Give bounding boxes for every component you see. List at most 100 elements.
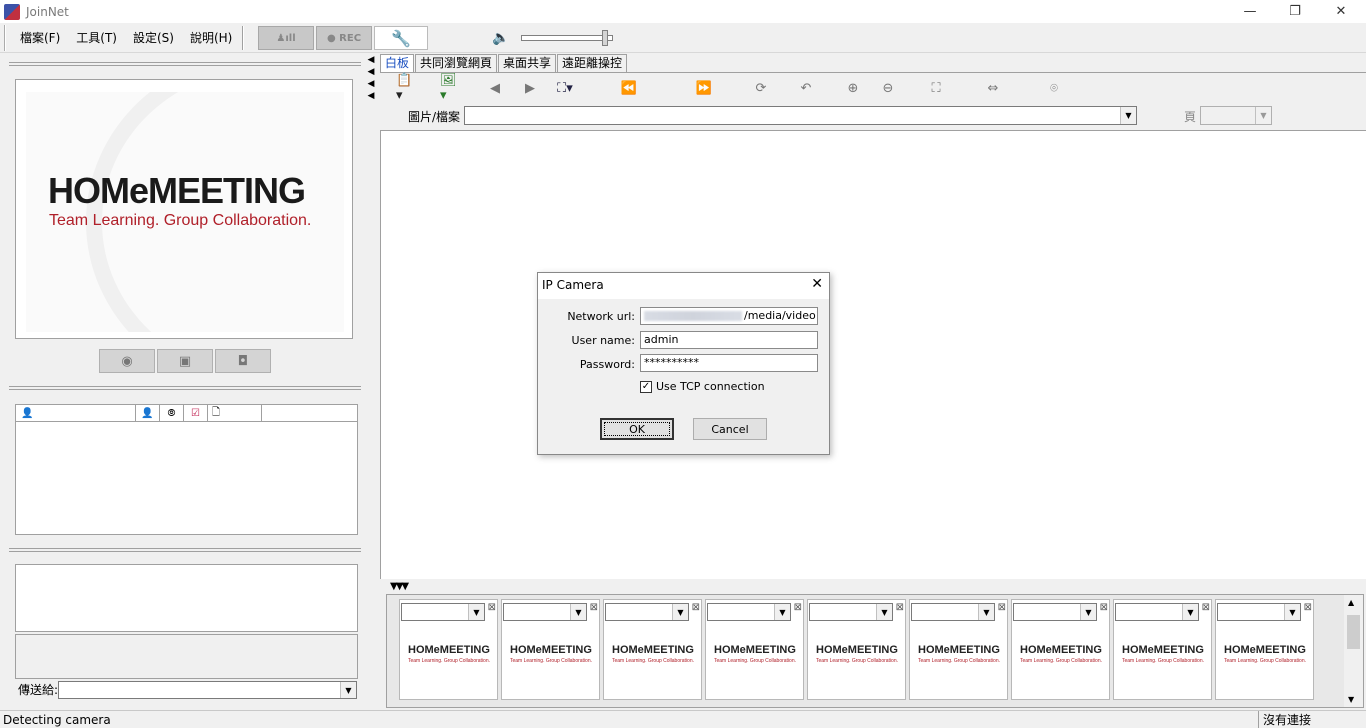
panel-grip[interactable] — [9, 62, 361, 66]
panel-grip[interactable] — [9, 548, 361, 552]
last-page-icon[interactable]: ⏩ — [695, 79, 713, 97]
camera-column[interactable]: ⦾ — [160, 405, 184, 421]
thumbnail-slot[interactable]: ▼ ⊠ HOMeMEETING Team Learning. Group Collab… — [807, 599, 906, 700]
thumbnail-select[interactable]: ▼ — [707, 603, 791, 621]
user-list[interactable]: 👤 👤 ⦾ ☑ 🗋 — [15, 404, 358, 535]
thumbnail-close-icon[interactable]: ⊠ — [794, 602, 802, 613]
file-column[interactable]: 🗋 — [208, 405, 262, 421]
fit-width-icon[interactable]: ⇔ — [984, 79, 1002, 97]
thumbnail-slot[interactable]: ▼ ⊠ HOMeMEETING Team Learning. Group Collab… — [1113, 599, 1212, 700]
thumbnail-close-icon[interactable]: ⊠ — [692, 602, 700, 613]
tab-whiteboard[interactable]: 白板 — [380, 54, 415, 72]
camera-view-button[interactable]: ◉ — [99, 349, 155, 373]
chat-input[interactable] — [15, 634, 358, 679]
prev-page-icon[interactable]: ◀ — [486, 79, 504, 97]
snapshot-icon[interactable]: ⌾ — [1045, 79, 1063, 97]
tcp-label: Use TCP connection — [656, 380, 765, 393]
tab-co-browse[interactable]: 共同瀏覽網頁 — [415, 54, 498, 72]
thumbnail-tagline: Team Learning. Group Collaboration. — [1122, 658, 1204, 664]
thumbnail-select[interactable]: ▼ — [503, 603, 587, 621]
thumbnail-slot[interactable]: ▼ ⊠ HOMeMEETING Team Learning. Group Collab… — [909, 599, 1008, 700]
fullscreen-icon[interactable]: ⛶ — [927, 79, 945, 97]
thumbnail-select[interactable]: ▼ — [1013, 603, 1097, 621]
chevron-down-icon: ▼ — [1284, 604, 1300, 620]
media-icon: ◘ — [237, 353, 249, 369]
media-button[interactable]: ◘ — [215, 349, 271, 373]
thumbnail-close-icon[interactable]: ⊠ — [488, 602, 496, 613]
record-button[interactable]: ● REC — [316, 26, 372, 50]
speaker-icon[interactable]: 🔈 — [492, 29, 510, 47]
thumbnail-close-icon[interactable]: ⊠ — [896, 602, 904, 613]
settings-wrench-button[interactable]: 🔧 — [374, 26, 428, 50]
send-to-select[interactable]: ▼ — [58, 681, 357, 699]
thumbnail-select[interactable]: ▼ — [1217, 603, 1301, 621]
clipboard-menu-icon[interactable]: 📋▾ — [396, 73, 414, 103]
mic-speak-button[interactable]: ♟ıll — [258, 26, 314, 50]
chevron-down-icon: ▼ — [340, 682, 356, 698]
thumbnail-close-icon[interactable]: ⊠ — [998, 602, 1006, 613]
tab-remote-control[interactable]: 遠距離操控 — [557, 54, 628, 72]
thumbnail-close-icon[interactable]: ⊠ — [590, 602, 598, 613]
volume-slider[interactable] — [521, 30, 613, 46]
menu-bar: 檔案(F) 工具(T) 設定(S) 說明(H) — [4, 25, 240, 51]
username-field[interactable]: admin — [640, 331, 818, 349]
thumbnail-slot[interactable]: ▼ ⊠ HOMeMEETING Team Learning. Group Collab… — [501, 599, 600, 700]
wrench-icon: 🔧 — [391, 28, 411, 48]
scroll-down-icon[interactable]: ▼ — [1348, 695, 1354, 704]
pip-button[interactable]: ▣ — [157, 349, 213, 373]
ip-camera-dialog: IP Camera ✕ Network url: /media/video1 U… — [537, 272, 830, 455]
minimize-button[interactable]: — — [1227, 0, 1273, 23]
thumbnail-select[interactable]: ▼ — [911, 603, 995, 621]
thumbnail-close-icon[interactable]: ⊠ — [1304, 602, 1312, 613]
first-page-icon[interactable]: ⏪ — [620, 79, 638, 97]
whiteboard-canvas[interactable] — [380, 130, 1366, 579]
zoom-out-icon[interactable]: ⊖ — [879, 79, 897, 97]
thumbnail-collapse-toggle[interactable]: ▼▼▼ — [390, 581, 409, 592]
presenter-column[interactable]: 👤 — [136, 405, 160, 421]
cancel-button[interactable]: Cancel — [693, 418, 767, 440]
logo-tagline: Team Learning. Group Collaboration. — [49, 212, 312, 229]
thumbnail-select[interactable]: ▼ — [809, 603, 893, 621]
thumbnail-select[interactable]: ▼ — [605, 603, 689, 621]
panel-splitter-arrows[interactable]: ◀ ◀ ◀ ◀ — [366, 54, 376, 114]
restore-button[interactable]: ❐ — [1272, 0, 1318, 23]
thumbnail-slot[interactable]: ▼ ⊠ HOMeMEETING Team Learning. Group Collab… — [705, 599, 804, 700]
fit-screen-menu-icon[interactable]: ⛶▾ — [556, 79, 574, 97]
close-button[interactable]: ✕ — [1318, 0, 1364, 23]
menu-tools[interactable]: 工具(T) — [68, 27, 125, 49]
page-select[interactable]: ▼ — [1200, 106, 1272, 125]
scrollbar-thumb[interactable] — [1347, 615, 1360, 649]
volume-slider-thumb[interactable] — [602, 30, 608, 46]
network-url-field[interactable]: /media/video1 — [640, 307, 818, 325]
file-select[interactable]: ▼ — [464, 106, 1137, 125]
dialog-close-icon[interactable]: ✕ — [811, 276, 823, 292]
network-url-label: Network url: — [567, 310, 635, 323]
image-menu-icon[interactable]: 🖼▾ — [440, 73, 458, 103]
next-page-icon[interactable]: ▶ — [521, 79, 539, 97]
thumbnail-slot[interactable]: ▼ ⊠ HOMeMEETING Team Learning. Group Collab… — [603, 599, 702, 700]
thumbnail-slot[interactable]: ▼ ⊠ HOMeMEETING Team Learning. Group Collab… — [399, 599, 498, 700]
thumbnail-select[interactable]: ▼ — [401, 603, 485, 621]
thumbnail-close-icon[interactable]: ⊠ — [1100, 602, 1108, 613]
user-name-column[interactable]: 👤 — [16, 405, 136, 421]
scroll-up-icon[interactable]: ▲ — [1348, 598, 1354, 607]
menu-help[interactable]: 說明(H) — [182, 27, 240, 49]
panel-grip[interactable] — [9, 386, 361, 390]
tcp-checkbox[interactable]: ✓ — [640, 381, 652, 393]
dialog-title-bar: IP Camera ✕ — [538, 273, 829, 299]
tab-desktop-share[interactable]: 桌面共享 — [498, 54, 557, 72]
menu-settings[interactable]: 設定(S) — [125, 27, 182, 49]
thumbnail-scrollbar[interactable]: ▲ ▼ — [1344, 595, 1363, 707]
thumbnail-close-icon[interactable]: ⊠ — [1202, 602, 1210, 613]
undo-icon[interactable]: ↶ — [797, 79, 815, 97]
password-field[interactable]: ********** — [640, 354, 818, 372]
status-bar: Detecting camera 沒有連接 — [0, 710, 1366, 728]
thumbnail-select[interactable]: ▼ — [1115, 603, 1199, 621]
ok-button[interactable]: OK — [600, 418, 674, 440]
thumbnail-slot[interactable]: ▼ ⊠ HOMeMEETING Team Learning. Group Collab… — [1011, 599, 1110, 700]
vote-column[interactable]: ☑ — [184, 405, 208, 421]
refresh-icon[interactable]: ⟳ — [752, 79, 770, 97]
menu-file[interactable]: 檔案(F) — [12, 27, 68, 49]
zoom-in-icon[interactable]: ⊕ — [844, 79, 862, 97]
thumbnail-slot[interactable]: ▼ ⊠ HOMeMEETING Team Learning. Group Collab… — [1215, 599, 1314, 700]
